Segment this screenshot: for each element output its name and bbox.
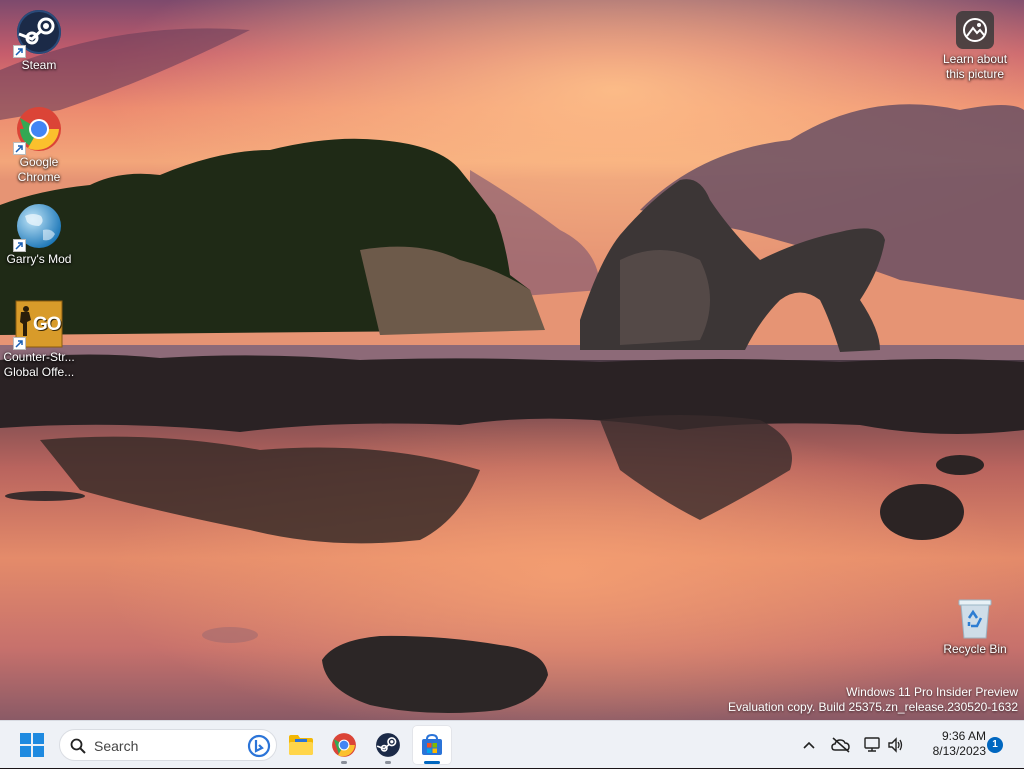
network-icon [864,737,880,752]
volume-tray-button[interactable] [884,721,908,769]
desktop-icon-label: Steam [21,58,57,72]
notification-badge[interactable]: 1 [987,737,1003,753]
desktop-icon-counter-strike[interactable]: GO Counter-Str... Global Offe... [0,300,78,380]
csgo-icon: GO [13,300,63,350]
running-indicator [385,761,391,764]
onedrive-tray-button[interactable] [828,721,854,769]
windows-evaluation-watermark: Windows 11 Pro Insider Preview Evaluatio… [728,685,1018,715]
bing-chat-icon[interactable] [246,733,272,759]
shortcut-arrow-icon [13,142,26,155]
desktop-icon-steam[interactable]: Steam [0,8,78,73]
network-tray-button[interactable] [860,721,884,769]
taskbar-search-box[interactable]: Search [59,729,277,761]
garrys-mod-icon [13,202,63,252]
learn-about-picture-icon [955,10,995,50]
recycle-bin-icon [955,596,995,640]
taskbar-app-file-explorer[interactable] [281,725,321,765]
desktop-icon-label: Recycle Bin [943,642,1007,656]
desktop-icon-label: Learn about this picture [942,52,1008,81]
desktop-icon-label: Counter-Str... Global Offe... [3,350,75,379]
search-icon [70,738,86,754]
desktop-icon-label: Garry's Mod [6,252,72,266]
desktop-icon-garrys-mod[interactable]: Garry's Mod [0,202,78,267]
desktop-icon-google-chrome[interactable]: Google Chrome [0,105,78,185]
file-explorer-icon [289,735,313,755]
taskbar-app-chrome[interactable] [324,725,364,765]
shortcut-arrow-icon [13,337,26,350]
watermark-build: Evaluation copy. Build 25375.zn_release.… [728,700,1018,714]
windows-logo-icon [20,733,44,757]
show-hidden-icons-button[interactable] [798,721,820,769]
microsoft-store-icon [422,733,442,755]
desktop-icon-learn-about-picture[interactable]: Learn about this picture [936,10,1014,82]
desktop-wallpaper [0,0,1024,720]
shortcut-arrow-icon [13,45,26,58]
desktop-icon-recycle-bin[interactable]: Recycle Bin [936,596,1014,657]
shortcut-arrow-icon [13,239,26,252]
taskbar-app-steam[interactable] [368,725,408,765]
onedrive-offline-icon [831,737,850,753]
search-placeholder: Search [94,738,139,754]
taskbar-clock[interactable]: 9:36 AM 8/13/2023 [912,729,986,759]
clock-date: 8/13/2023 [932,744,986,758]
running-indicator [341,761,347,764]
chrome-icon [332,733,356,757]
chrome-icon [13,105,63,155]
steam-icon [13,8,63,58]
watermark-edition: Windows 11 Pro Insider Preview [846,685,1018,699]
running-indicator [424,761,440,764]
csgo-go-badge: GO [33,314,62,335]
steam-icon [376,733,400,757]
taskbar: Search 9:36 AM 8/13/2023 1 [0,720,1024,768]
chevron-up-icon [803,741,815,749]
taskbar-app-microsoft-store[interactable] [412,725,452,765]
volume-icon [888,737,903,753]
start-button[interactable] [12,725,52,765]
desktop-icon-label: Google Chrome [17,155,61,184]
clock-time: 9:36 AM [941,729,986,743]
